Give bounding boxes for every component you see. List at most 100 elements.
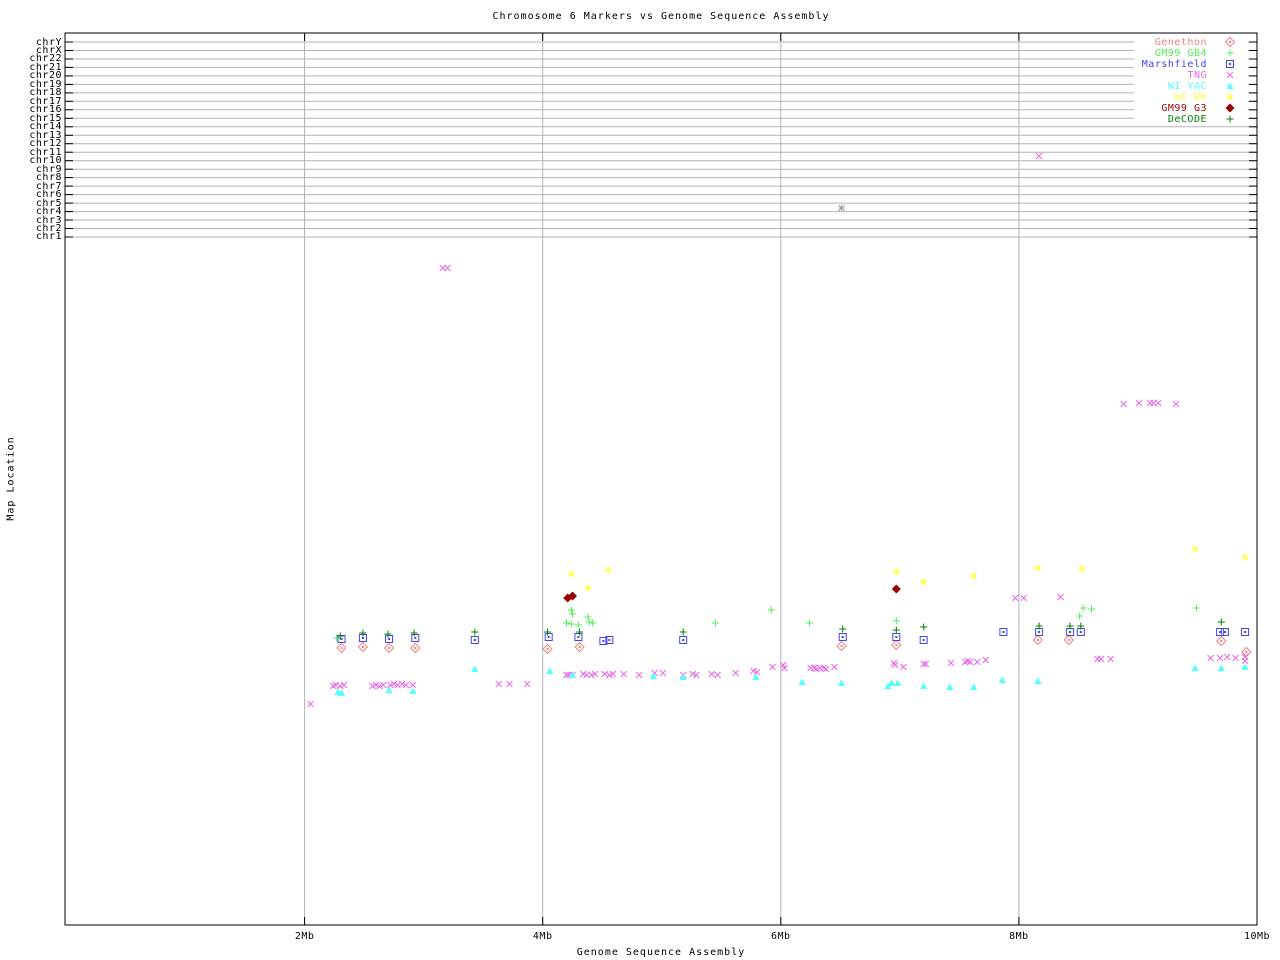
point-tng bbox=[1035, 152, 1043, 160]
point-gm99-gb4 bbox=[574, 621, 582, 629]
point-marshfield bbox=[1220, 628, 1229, 636]
point-marshfield bbox=[1216, 628, 1225, 636]
point-wi-yac bbox=[920, 682, 928, 689]
point-tng bbox=[1057, 593, 1064, 601]
point-gm99-gb4 bbox=[767, 606, 775, 614]
point-tng bbox=[307, 700, 314, 708]
legend-item-gm99-gb4: GM99 GB4 bbox=[1154, 47, 1207, 59]
legend-item-genethon: Genethon bbox=[1154, 36, 1207, 48]
point-wi-yac bbox=[385, 686, 393, 693]
point-wi-rh bbox=[1034, 564, 1042, 572]
legend-item-wi-yac: WI YAC bbox=[1167, 80, 1207, 92]
point-marshfield bbox=[1241, 628, 1250, 636]
point-tng bbox=[982, 656, 989, 664]
point-tng bbox=[1172, 400, 1180, 408]
point-wi-rh bbox=[567, 570, 575, 578]
point-marshfield bbox=[999, 628, 1008, 636]
point-gm99-gb4 bbox=[711, 619, 719, 627]
point-tng bbox=[891, 661, 899, 669]
point-tng bbox=[890, 659, 898, 667]
point-wi-yac bbox=[546, 667, 554, 674]
point-tng bbox=[1120, 400, 1128, 408]
point-wi-yac bbox=[1217, 664, 1225, 671]
point-marshfield bbox=[411, 634, 420, 642]
point-tng bbox=[444, 264, 451, 272]
point-gm99-gb4 bbox=[892, 617, 900, 625]
point-wi-yac bbox=[893, 679, 902, 686]
legend-item-decode: DeCODE bbox=[1167, 113, 1207, 125]
point-wi-yac bbox=[1034, 677, 1042, 684]
point-decode bbox=[920, 623, 928, 631]
point-tng bbox=[1097, 655, 1105, 663]
legend-item-wi-rh: WI RH bbox=[1174, 91, 1207, 103]
legend-item-gm99-g3: GM99 G3 bbox=[1161, 102, 1207, 114]
legend-marker-wi-rh bbox=[1226, 93, 1234, 101]
point-decode bbox=[892, 626, 900, 634]
point-gm99-gb4 bbox=[1079, 604, 1087, 612]
point-tng bbox=[831, 663, 838, 671]
point-gm99-gb4 bbox=[1192, 604, 1200, 612]
point-genethon bbox=[1032, 634, 1044, 646]
point-tng bbox=[620, 670, 628, 678]
point-marshfield bbox=[470, 636, 479, 644]
point-wi-yac bbox=[887, 679, 896, 686]
point-tng bbox=[1207, 654, 1214, 662]
point-decode bbox=[839, 625, 847, 633]
point-wi-rh bbox=[920, 578, 928, 586]
point-tng bbox=[506, 680, 513, 688]
point-genethon bbox=[1063, 634, 1075, 646]
point-marshfield bbox=[838, 633, 847, 641]
point-marshfield bbox=[385, 635, 394, 643]
x-tick-label-4Mb: 4Mb bbox=[532, 931, 553, 942]
point-wi-rh bbox=[1078, 565, 1086, 573]
plot-border bbox=[64, 32, 1258, 926]
point-genethon bbox=[542, 643, 553, 655]
point-tng bbox=[732, 669, 739, 677]
point-tng bbox=[1232, 654, 1239, 662]
point-gm99-gb4 bbox=[1076, 612, 1084, 620]
point-tng bbox=[1223, 653, 1231, 661]
point-wi-yac bbox=[998, 676, 1006, 683]
point-wi-rh bbox=[970, 572, 978, 580]
point-wi-yac bbox=[837, 679, 846, 686]
point-tng bbox=[822, 665, 830, 673]
point-genethon bbox=[357, 641, 369, 653]
point-tng bbox=[1011, 594, 1019, 602]
point-tng bbox=[714, 671, 722, 679]
point-marshfield bbox=[679, 636, 688, 644]
point-wi-yac bbox=[1191, 664, 1199, 671]
point-tng bbox=[495, 680, 503, 688]
point-tng bbox=[523, 680, 531, 688]
plot-area bbox=[64, 32, 1258, 926]
x-tick-label-8Mb: 8Mb bbox=[1009, 931, 1029, 942]
point-wi-yac bbox=[798, 678, 806, 685]
point-marshfield bbox=[337, 635, 346, 643]
point-wi-yac bbox=[970, 683, 978, 690]
point-marshfield bbox=[544, 633, 553, 641]
point-tng bbox=[1241, 657, 1249, 665]
point-marshfield bbox=[892, 633, 901, 641]
point-genethon bbox=[383, 642, 395, 654]
point-decode bbox=[471, 628, 479, 636]
point-marshfield bbox=[1066, 628, 1075, 636]
point-decode bbox=[359, 629, 367, 637]
point-tng bbox=[1216, 654, 1224, 662]
point-tng bbox=[947, 659, 955, 667]
point-tng bbox=[659, 669, 667, 677]
point-tng bbox=[820, 664, 828, 672]
point-tng bbox=[1135, 399, 1143, 407]
point-gm99-gb4 bbox=[567, 606, 575, 614]
point-wi-rh bbox=[1191, 545, 1199, 553]
point-tng bbox=[635, 671, 643, 679]
point-marshfield bbox=[574, 633, 583, 641]
x-tick-label-2Mb: 2Mb bbox=[294, 931, 315, 942]
point-wi-rh bbox=[1241, 553, 1249, 561]
point-tng bbox=[1107, 655, 1114, 663]
point-gm99-gb4 bbox=[584, 613, 592, 621]
point-gm99-gb4 bbox=[563, 619, 570, 627]
point-genethon bbox=[410, 642, 421, 654]
point-genethon bbox=[336, 642, 347, 654]
point-wi-yac bbox=[471, 665, 479, 672]
point-marshfield bbox=[919, 636, 928, 644]
point-tng bbox=[1020, 594, 1028, 602]
